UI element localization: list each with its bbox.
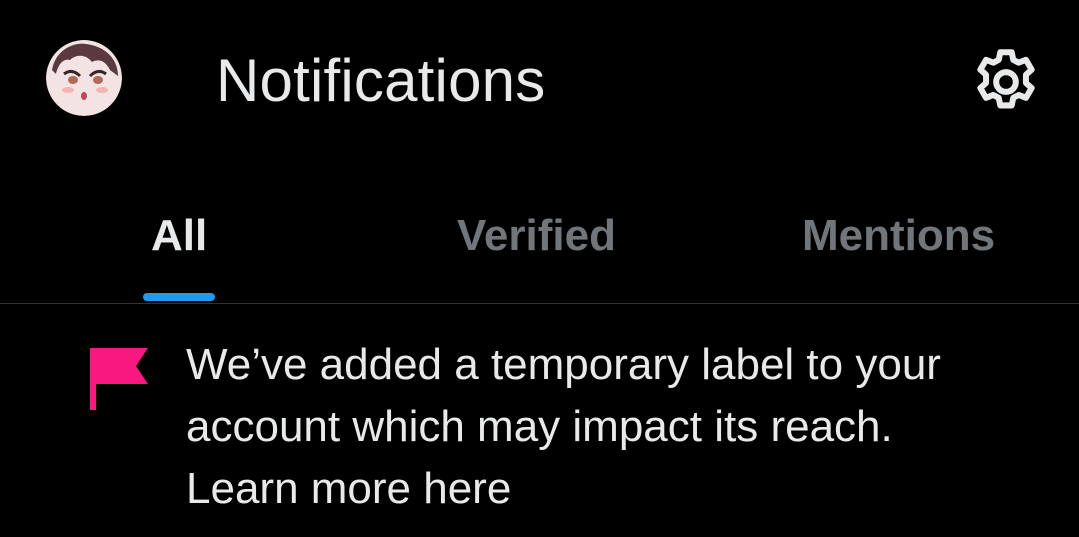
active-tab-indicator bbox=[143, 293, 215, 301]
tab-all[interactable]: All bbox=[151, 208, 207, 264]
tab-mentions[interactable]: Mentions bbox=[802, 208, 995, 264]
settings-button[interactable] bbox=[968, 44, 1044, 120]
page-title: Notifications bbox=[216, 47, 546, 114]
tab-verified[interactable]: Verified bbox=[457, 208, 616, 264]
notification-text: We’ve added a temporary label to your ac… bbox=[186, 334, 1046, 520]
notification-line: We’ve added a temporary label to your bbox=[186, 340, 941, 389]
top-bar: Notifications bbox=[0, 0, 1079, 160]
notification-line: account which may impact its reach. bbox=[186, 402, 893, 451]
notification-tabs: All Verified Mentions bbox=[0, 190, 1079, 304]
account-label-notification[interactable]: We’ve added a temporary label to your ac… bbox=[0, 304, 1079, 537]
avatar[interactable] bbox=[46, 40, 122, 116]
flag-icon bbox=[90, 348, 150, 412]
gear-icon bbox=[977, 49, 1035, 109]
avatar-image bbox=[46, 40, 122, 116]
learn-more-link[interactable]: Learn more here bbox=[186, 458, 1046, 520]
